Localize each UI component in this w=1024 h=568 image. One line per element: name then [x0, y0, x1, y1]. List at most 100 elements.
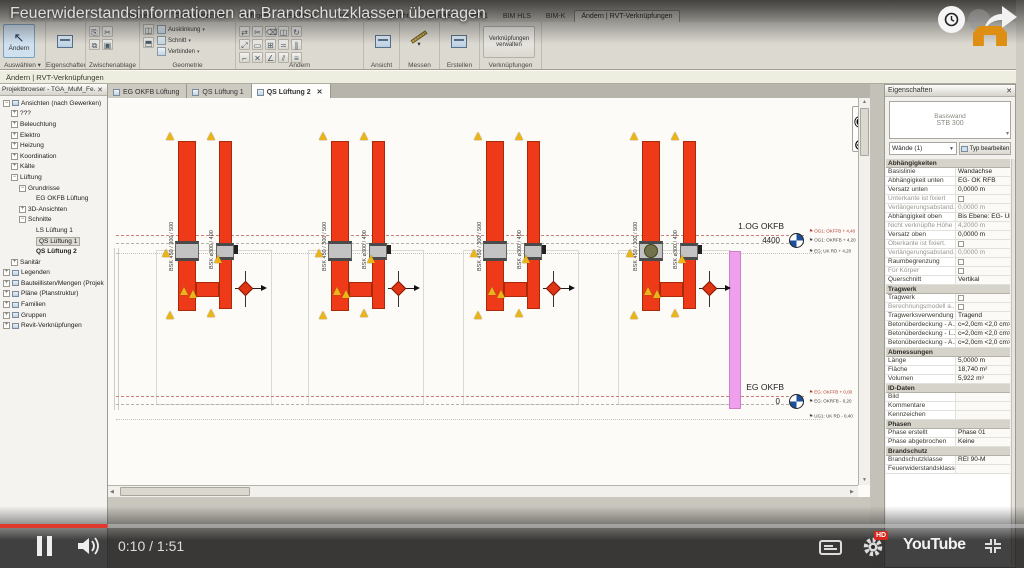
air-valve-symbol[interactable] — [546, 281, 562, 297]
geometry-tool-verbinden[interactable]: Verbinden▾ — [157, 46, 205, 57]
view-tab-qs-lüftung-1[interactable]: QS Lüftung 1 — [187, 84, 251, 98]
air-valve-symbol[interactable] — [702, 281, 718, 297]
modify-tool-icon[interactable]: ≍ — [278, 39, 289, 50]
geometry-tool-icon[interactable]: ◫ — [143, 24, 154, 35]
expand-plus-icon[interactable]: + — [11, 132, 18, 139]
property-row-volumen[interactable]: Volumen5,922 m³ — [886, 375, 1010, 384]
warning-triangle-icon[interactable] — [166, 311, 174, 319]
tree-item-elektro[interactable]: +Elektro — [0, 130, 107, 141]
tree-item-legenden[interactable]: +Legenden — [0, 268, 107, 279]
clipboard-tool-icon[interactable]: ⎘ — [89, 26, 100, 37]
scroll-up-icon[interactable]: ▲ — [862, 99, 867, 105]
warning-triangle-icon[interactable] — [360, 132, 368, 140]
expand-plus-icon[interactable]: + — [11, 110, 18, 117]
property-row-länge[interactable]: Länge5,0000 m — [886, 357, 1010, 366]
checkbox[interactable] — [958, 259, 964, 265]
property-row-phase-abgebrochen[interactable]: Phase abgebrochenKeine — [886, 438, 1010, 447]
property-row-brandschutzklasse[interactable]: BrandschutzklasseREI 90-M — [886, 456, 1010, 465]
measure-button[interactable]: ▾ — [403, 24, 435, 58]
warning-triangle-icon[interactable] — [166, 132, 174, 140]
warning-triangle-icon[interactable] — [474, 311, 482, 319]
geometry-tool-schnitt[interactable]: Schnitt▾ — [157, 35, 205, 46]
property-row-tragwerk[interactable]: Tragwerk — [886, 294, 1010, 303]
warning-triangle-icon[interactable] — [189, 290, 197, 298]
warning-triangle-icon[interactable] — [515, 132, 523, 140]
close-tab-icon[interactable]: ✕ — [317, 88, 323, 96]
create-button[interactable] — [443, 24, 475, 58]
property-section-tragwerk[interactable]: Tragwerk — [886, 285, 1010, 294]
tree-item-qs-lüftung-1[interactable]: QS Lüftung 1 — [0, 236, 107, 247]
progress-bar[interactable] — [0, 524, 1024, 528]
property-section-abmessungen[interactable]: Abmessungen — [886, 348, 1010, 357]
checkbox[interactable] — [958, 268, 964, 274]
air-valve-symbol[interactable] — [391, 281, 407, 297]
warning-triangle-icon[interactable] — [626, 249, 634, 257]
expand-plus-icon[interactable]: + — [11, 121, 18, 128]
expand-plus-icon[interactable]: + — [11, 163, 18, 170]
warning-triangle-icon[interactable] — [678, 255, 686, 263]
vertical-scrollbar[interactable]: ▲▼ — [858, 98, 870, 485]
volume-icon[interactable] — [76, 536, 102, 561]
tree-item-beleuchtung[interactable]: +Beleuchtung — [0, 119, 107, 130]
property-row-berechnungsmodell-a[interactable]: Berechnungsmodell a... — [886, 303, 1010, 312]
property-row-raumbegrenzung[interactable]: Raumbegrenzung — [886, 258, 1010, 267]
tree-item-koordination[interactable]: +Koordination — [0, 151, 107, 162]
property-row-versatz-unten[interactable]: Versatz unten0,0000 m — [886, 186, 1010, 195]
tree-item-bauteillisten-mengen-projek[interactable]: +Bauteillisten/Mengen (Projek — [0, 278, 107, 289]
expand-plus-icon[interactable]: + — [3, 280, 10, 287]
modify-tool-icon[interactable]: ✂ — [252, 26, 263, 37]
checkbox[interactable] — [958, 295, 964, 301]
warning-triangle-icon[interactable] — [207, 309, 215, 317]
collapse-minus-icon[interactable]: − — [11, 174, 18, 181]
horizontal-duct[interactable] — [660, 282, 683, 297]
property-row-oberkante-ist-fixiert[interactable]: Oberkante ist fixiert. — [886, 240, 1010, 249]
tree-item-heizung[interactable]: +Heizung — [0, 140, 107, 151]
property-row-betonüberdeckung-a[interactable]: Betonüberdeckung - A...c=2,0cm <2,0 cm> — [886, 339, 1010, 348]
property-row-verlängerungsabstand[interactable]: Verlängerungsabstand...0,0000 m — [886, 249, 1010, 258]
tree-item-pläne-planstruktur[interactable]: +Pläne (Planstruktur) — [0, 289, 107, 300]
tree-item-grundrisse[interactable]: −Grundrisse — [0, 183, 107, 194]
property-row-für-körper[interactable]: Für Körper — [886, 267, 1010, 276]
expand-plus-icon[interactable]: + — [11, 259, 18, 266]
modify-tool-icon[interactable]: ⊞ — [265, 39, 276, 50]
property-row-feuerwiderstandsklasse[interactable]: Feuerwiderstandsklasse — [886, 465, 1010, 474]
warning-triangle-icon[interactable] — [367, 255, 375, 263]
warning-triangle-icon[interactable] — [470, 249, 478, 257]
scrollbar-thumb[interactable] — [120, 487, 250, 496]
player-size-icon[interactable] — [984, 538, 1002, 554]
subtitles-icon[interactable] — [819, 540, 842, 555]
geometry-tool-ausklinkung[interactable]: Ausklinkung▾ — [157, 24, 205, 35]
tree-item-[interactable]: +??? — [0, 109, 107, 120]
collapse-minus-icon[interactable]: − — [19, 185, 26, 192]
property-row-betonüberdeckung-i[interactable]: Betonüberdeckung - I...c=2,0cm <2,0 cm> — [886, 330, 1010, 339]
property-row-betonüberdeckung-a[interactable]: Betonüberdeckung - A...c=2,0cm <2,0 cm> — [886, 321, 1010, 330]
properties-button[interactable] — [49, 24, 81, 58]
tree-item-familien[interactable]: +Familien — [0, 299, 107, 310]
view-tab-eg-okfb-lüftung[interactable]: EG OKFB Lüftung — [108, 84, 187, 98]
panel-splitter[interactable] — [870, 84, 884, 568]
horizontal-scrollbar[interactable]: ◀▶ — [108, 485, 858, 497]
checkbox[interactable] — [958, 304, 964, 310]
property-row-kommentare[interactable]: Kommentare — [886, 402, 1010, 411]
modify-tool-icon[interactable]: ⇄ — [239, 26, 250, 37]
tree-item-3d-ansichten[interactable]: +3D-Ansichten — [0, 204, 107, 215]
scroll-left-icon[interactable]: ◀ — [110, 489, 114, 495]
tree-item-qs-lüftung-2[interactable]: QS Lüftung 2 — [0, 246, 107, 257]
collapse-minus-icon[interactable]: − — [3, 100, 10, 107]
horizontal-duct[interactable] — [349, 282, 372, 297]
manage-links-button[interactable]: Verknüpfungen verwalten — [483, 26, 535, 58]
property-section-id-daten[interactable]: ID-Daten — [886, 384, 1010, 393]
horizontal-duct[interactable] — [504, 282, 527, 297]
property-row-versatz-oben[interactable]: Versatz oben0,0000 m — [886, 231, 1010, 240]
modify-tool-icon[interactable]: ∥ — [291, 39, 302, 50]
collapse-minus-icon[interactable]: − — [19, 216, 26, 223]
property-row-querschnitt[interactable]: QuerschnittVertikal — [886, 276, 1010, 285]
modify-tool-icon[interactable]: ↻ — [291, 26, 302, 37]
property-section-phasen[interactable]: Phasen — [886, 420, 1010, 429]
warning-triangle-icon[interactable] — [522, 255, 530, 263]
warning-triangle-icon[interactable] — [162, 249, 170, 257]
warning-triangle-icon[interactable] — [333, 287, 341, 295]
air-valve-symbol[interactable] — [238, 281, 254, 297]
expand-plus-icon[interactable]: + — [3, 312, 10, 319]
scrollbar-thumb[interactable] — [860, 108, 869, 156]
